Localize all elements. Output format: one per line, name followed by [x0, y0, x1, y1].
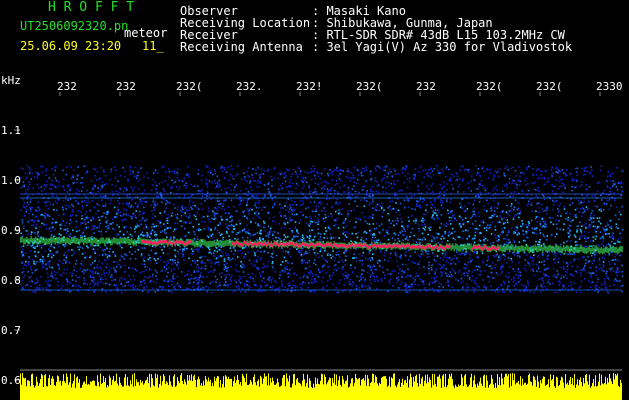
y-tick: 0.9 — [1, 224, 21, 237]
mode-label: meteor — [124, 26, 168, 40]
y-tick: 1.0 — [1, 174, 21, 187]
antenna-value: : 3el Yagi(V) Az 330 for Vladivostok — [312, 40, 573, 54]
x-tick: 2330 — [596, 80, 623, 93]
x-tick: 232( — [476, 80, 503, 93]
x-tick: 232 — [116, 80, 136, 93]
y-tick: 0.6 — [1, 374, 21, 387]
x-tick: 232. — [236, 80, 263, 93]
spectrogram-canvas — [14, 92, 624, 400]
x-tick: 232( — [536, 80, 563, 93]
x-tick: 232 — [416, 80, 436, 93]
amplitude-bar — [20, 373, 622, 400]
y-tick: 1.1 — [1, 124, 21, 137]
x-tick: 232( — [356, 80, 383, 93]
y-unit-label: kHz — [1, 74, 21, 87]
x-tick: 232( — [176, 80, 203, 93]
brand-title: H R O F F T — [48, 0, 135, 15]
file-name: UT2506092320.pn — [20, 19, 129, 33]
x-tick: 232! — [296, 80, 323, 93]
extra-code: 11_ — [142, 39, 164, 53]
y-tick: 0.7 — [1, 324, 21, 337]
noise-band — [20, 165, 624, 294]
datetime: 25.06.09 23:20 — [20, 39, 122, 53]
x-tick: 232 — [57, 80, 77, 93]
antenna-label: Receiving Antenna — [180, 40, 303, 54]
y-tick: 0.8 — [1, 274, 21, 287]
